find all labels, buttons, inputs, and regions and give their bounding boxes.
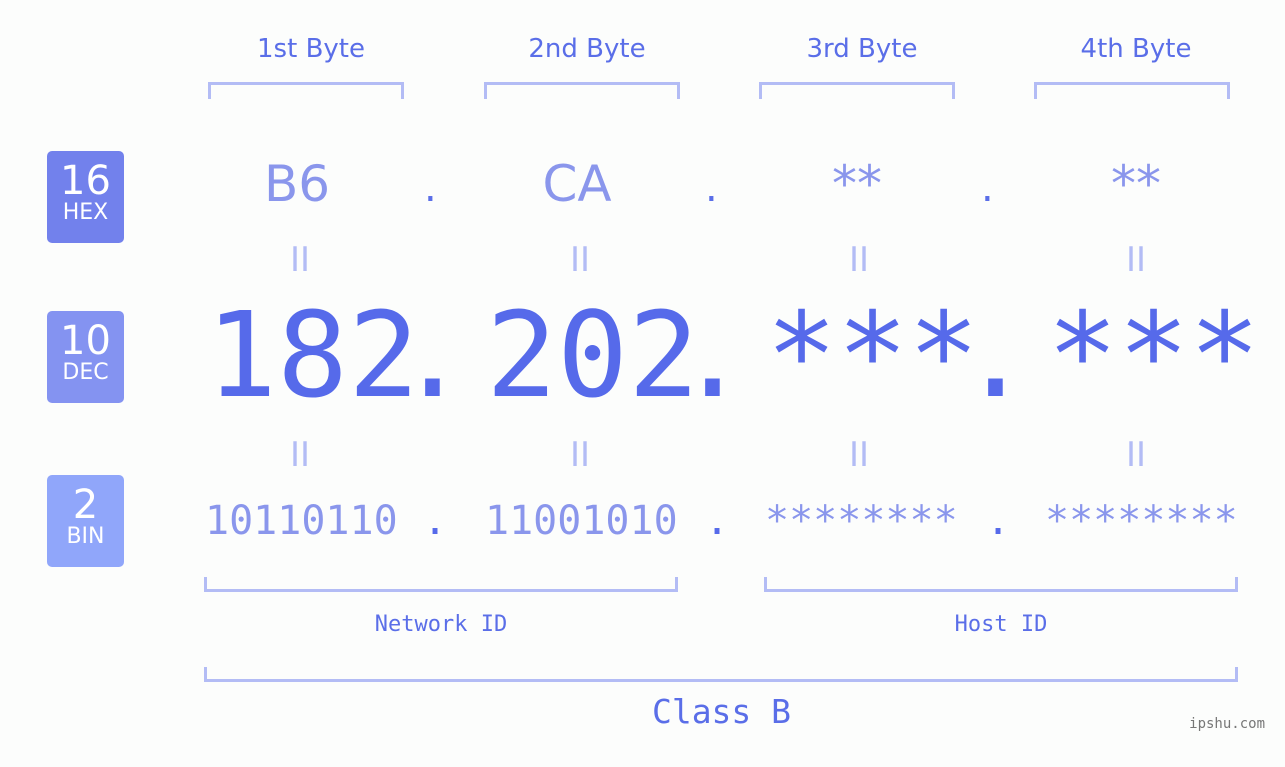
dec-separator: . — [677, 286, 749, 424]
equals-sign: II — [289, 435, 311, 475]
equals-sign: II — [289, 240, 311, 280]
bin-separator: . — [423, 498, 448, 544]
bin-base-number: 2 — [72, 482, 99, 528]
host-id-bracket — [764, 577, 1238, 592]
bin-badge: 2 BIN — [47, 475, 124, 567]
byte-label-2: 2nd Byte — [528, 34, 646, 64]
byte-bracket-3 — [759, 82, 955, 99]
hex-base-label: HEX — [62, 200, 109, 225]
byte-label-3: 3rd Byte — [806, 34, 918, 64]
bin-byte-1: 10110110 — [205, 498, 398, 544]
dec-byte-3: *** — [766, 286, 980, 424]
hex-separator: . — [424, 165, 437, 211]
bin-separator: . — [705, 498, 730, 544]
hex-byte-1: B6 — [263, 155, 331, 213]
hex-separator: . — [705, 165, 718, 211]
byte-bracket-1 — [208, 82, 404, 99]
equals-sign: II — [569, 435, 591, 475]
bin-separator: . — [986, 498, 1011, 544]
dec-byte-2: 202 — [486, 286, 700, 424]
dec-byte-4: *** — [1047, 286, 1261, 424]
equals-sign: II — [569, 240, 591, 280]
byte-label-4: 4th Byte — [1080, 34, 1192, 64]
bin-byte-4: ******** — [1045, 498, 1238, 544]
hex-byte-4: ** — [1111, 155, 1161, 213]
bin-byte-3: ******** — [765, 498, 958, 544]
byte-bracket-2 — [484, 82, 680, 99]
hex-badge: 16 HEX — [47, 151, 124, 243]
hex-byte-2: CA — [542, 155, 612, 213]
watermark: ipshu.com — [1189, 716, 1265, 732]
class-label: Class B — [651, 692, 792, 731]
dec-separator: . — [397, 286, 469, 424]
network-id-label: Network ID — [374, 612, 508, 637]
equals-sign: II — [848, 240, 870, 280]
equals-sign: II — [1125, 435, 1147, 475]
byte-label-1: 1st Byte — [257, 34, 365, 64]
dec-base-number: 10 — [60, 318, 111, 364]
byte-bracket-4 — [1034, 82, 1230, 99]
dec-byte-1: 182 — [206, 286, 420, 424]
equals-sign: II — [1125, 240, 1147, 280]
hex-base-number: 16 — [60, 158, 111, 204]
hex-byte-3: ** — [832, 155, 882, 213]
bin-base-label: BIN — [66, 524, 105, 549]
host-id-label: Host ID — [954, 612, 1048, 637]
equals-sign: II — [848, 435, 870, 475]
dec-badge: 10 DEC — [47, 311, 124, 403]
dec-base-label: DEC — [62, 360, 109, 385]
hex-separator: . — [981, 165, 994, 211]
class-bracket — [204, 667, 1238, 682]
bin-byte-2: 11001010 — [485, 498, 678, 544]
dec-separator: . — [960, 286, 1032, 424]
network-id-bracket — [204, 577, 678, 592]
